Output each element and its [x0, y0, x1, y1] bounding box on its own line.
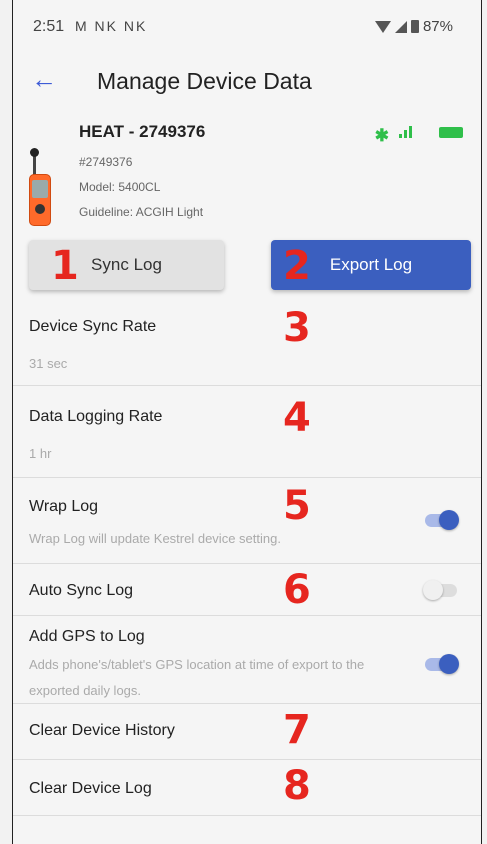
device-model: Model: 5400CL: [79, 180, 161, 194]
add-gps-description: Adds phone's/tablet's GPS location at ti…: [29, 657, 365, 698]
app-header: ← Manage Device Data: [13, 56, 481, 106]
page-title: Manage Device Data: [97, 68, 312, 94]
sync-rate-value: 31 sec: [29, 356, 68, 371]
wrap-log-description: Wrap Log will update Kestrel device sett…: [29, 531, 281, 546]
annotation-8: 8: [283, 763, 311, 809]
annotation-7: 7: [283, 707, 311, 753]
annotation-2: 2: [283, 243, 311, 289]
phone-screen: 2:51 M NK NK 87% ← Manage Device Data HE…: [12, 0, 482, 844]
device-battery-icon: [439, 127, 463, 138]
device-serial: #2749376: [79, 155, 133, 169]
battery-percent: 87%: [422, 18, 453, 35]
clear-log-row[interactable]: Clear Device Log 8: [13, 760, 481, 816]
annotation-6: 6: [283, 567, 311, 613]
auto-sync-toggle[interactable]: [423, 580, 459, 600]
device-guideline: Guideline: ACGIH Light: [79, 205, 204, 219]
wifi-icon: [374, 20, 391, 33]
add-gps-row: Add GPS to Log Adds phone's/tablet's GPS…: [13, 616, 481, 704]
add-gps-toggle[interactable]: [423, 654, 459, 674]
annotation-5: 5: [283, 483, 311, 529]
auto-sync-label: Auto Sync Log: [29, 582, 134, 599]
page-frame: 2:51 M NK NK 87% ← Manage Device Data HE…: [0, 0, 487, 844]
kestrel-device-icon: [27, 148, 57, 228]
wrap-log-label: Wrap Log: [29, 498, 99, 515]
logging-rate-row[interactable]: Data Logging Rate 1 hr 4: [13, 386, 481, 478]
device-card: HEAT - 2749376 #2749376 Model: 5400CL Gu…: [13, 110, 481, 230]
settings-list: Device Sync Rate 31 sec 3 Data Logging R…: [13, 298, 481, 816]
clear-log-label: Clear Device Log: [29, 780, 152, 797]
sync-rate-label: Device Sync Rate: [29, 318, 157, 335]
signal-strength-icon: [399, 126, 415, 138]
notification-icons: M NK NK: [75, 18, 148, 34]
status-bar: 2:51 M NK NK 87%: [13, 0, 481, 50]
clear-history-label: Clear Device History: [29, 722, 175, 739]
annotation-4: 4: [283, 395, 311, 441]
logging-rate-label: Data Logging Rate: [29, 408, 163, 425]
bluetooth-icon: ✱: [374, 126, 389, 145]
device-name: HEAT - 2749376: [79, 122, 206, 141]
status-time: 2:51: [33, 18, 65, 35]
cellular-icon: [394, 20, 407, 33]
sync-rate-row[interactable]: Device Sync Rate 31 sec 3: [13, 298, 481, 386]
annotation-3: 3: [283, 305, 311, 351]
add-gps-label: Add GPS to Log: [29, 628, 145, 645]
annotation-1: 1: [51, 243, 79, 289]
auto-sync-row: Auto Sync Log 6: [13, 564, 481, 616]
wrap-log-row: Wrap Log Wrap Log will update Kestrel de…: [13, 478, 481, 564]
action-buttons: Sync Log Export Log 1 2: [13, 236, 481, 292]
logging-rate-value: 1 hr: [29, 446, 52, 461]
arrow-left-icon[interactable]: ←: [31, 64, 57, 95]
clear-history-row[interactable]: Clear Device History 7: [13, 704, 481, 760]
battery-icon: [410, 20, 419, 33]
status-right: 87%: [374, 18, 453, 35]
wrap-log-toggle[interactable]: [423, 510, 459, 530]
